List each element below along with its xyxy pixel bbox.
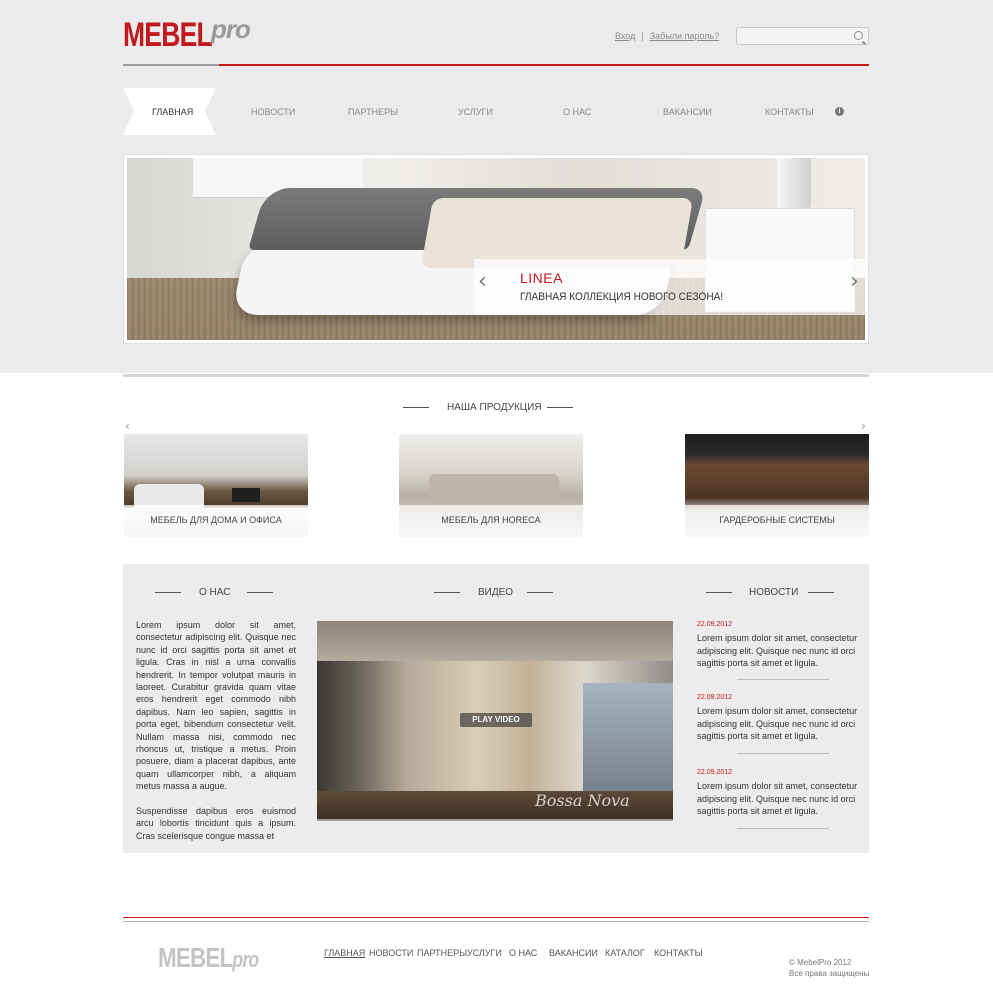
nav-item-about[interactable]: О НАС xyxy=(563,107,591,117)
logo[interactable]: MEBEL pro xyxy=(123,16,251,54)
product-wardrobes[interactable]: ГАРДЕРОБНЫЕ СИСТЕМЫ xyxy=(685,434,869,537)
news-date: 22.09.2012 xyxy=(697,694,733,701)
slide-caption: ‹ LINEA ГЛАВНАЯ КОЛЛЕКЦИЯ НОВОГО СЕЗОНА!… xyxy=(474,259,865,315)
footer-nav-catalog[interactable]: КАТАЛОГ xyxy=(605,948,645,958)
footer-nav-vacancies[interactable]: ВАКАНСИИ xyxy=(549,948,598,958)
footer-nav-contacts[interactable]: КОНТАКТЫ xyxy=(654,948,703,958)
about-paragraph: Lorem ipsum dolor sit amet, consectetur … xyxy=(136,620,296,792)
nav-item-vacancies[interactable]: ВАКАНСИИ xyxy=(663,107,712,117)
nav-item-contacts[interactable]: КОНТАКТЫ xyxy=(765,107,814,117)
footer-nav-services[interactable]: УСЛУГИ xyxy=(467,948,502,958)
logo-main-text: MEBEL xyxy=(123,16,213,54)
about-title: О НАС xyxy=(199,587,231,598)
video-title: ВИДЕО xyxy=(478,587,514,598)
search-icon[interactable] xyxy=(854,31,863,40)
products-next-icon[interactable]: › xyxy=(861,419,866,433)
rights-line: Все права защищены xyxy=(789,969,870,978)
product-label: ГАРДЕРОБНЫЕ СИСТЕМЫ xyxy=(685,505,869,537)
about-paragraph: Suspendisse dapibus eros euismod arcu lo… xyxy=(136,805,296,841)
forgot-password-link[interactable]: Забыли пароль? xyxy=(650,31,719,41)
copyright-line: © MebelPro 2012 xyxy=(789,958,852,967)
news-text[interactable]: Lorem ipsum dolor sit amet, consectetur … xyxy=(697,632,859,670)
slider-prev-icon[interactable]: ‹ xyxy=(478,269,487,294)
video-watermark: Bossa Nova xyxy=(535,791,630,810)
login-separator: | xyxy=(641,31,644,41)
nav-item-services[interactable]: УСЛУГИ xyxy=(458,107,493,117)
footer-logo[interactable]: MEBELpro xyxy=(158,942,259,974)
search-input[interactable] xyxy=(737,30,847,46)
news-item[interactable]: 22.09.2012 Lorem ipsum dolor sit amet, c… xyxy=(697,621,859,670)
nav-item-partners[interactable]: ПАРТНЕРЫ xyxy=(348,107,398,117)
footer-logo-main: MEBEL xyxy=(158,942,233,973)
product-horeca[interactable]: МЕБЕЛЬ ДЛЯ HORECA xyxy=(399,434,583,537)
product-label: МЕБЕЛЬ ДЛЯ ДОМА И ОФИСА xyxy=(124,505,308,537)
slide-subtitle: ГЛАВНАЯ КОЛЛЕКЦИЯ НОВОГО СЕЗОНА! xyxy=(520,291,724,303)
footer-logo-suffix: pro xyxy=(232,947,259,972)
info-icon[interactable]: i xyxy=(835,107,844,116)
about-text: Lorem ipsum dolor sit amet, consectetur … xyxy=(136,619,296,854)
logo-suffix-text: pro xyxy=(211,14,251,44)
news-item[interactable]: 22.09.2012 Lorem ipsum dolor sit amet, c… xyxy=(697,769,859,818)
nav-item-news[interactable]: НОВОСТИ xyxy=(251,107,295,117)
footer-nav-news[interactable]: НОВОСТИ xyxy=(369,948,413,958)
news-date: 22.09.2012 xyxy=(697,769,733,776)
nav-item-home[interactable]: ГЛАВНАЯ xyxy=(152,107,193,117)
product-home-office[interactable]: МЕБЕЛЬ ДЛЯ ДОМА И ОФИСА xyxy=(124,434,308,537)
products-prev-icon[interactable]: ‹ xyxy=(125,419,130,433)
slider-next-icon[interactable]: › xyxy=(850,269,859,294)
login-links: Вход | Забыли пароль? xyxy=(615,31,719,41)
footer-nav-partners[interactable]: ПАРТНЕРЫ xyxy=(417,948,467,958)
play-video-button[interactable]: PLAY VIDEO xyxy=(460,713,532,727)
search-box xyxy=(736,27,869,46)
hero-slide-image: ‹ LINEA ГЛАВНАЯ КОЛЛЕКЦИЯ НОВОГО СЕЗОНА!… xyxy=(127,158,865,340)
footer-nav-home[interactable]: ГЛАВНАЯ xyxy=(324,948,365,958)
copyright: © MebelPro 2012 Все права защищены xyxy=(789,957,869,979)
login-link[interactable]: Вход xyxy=(615,31,635,41)
footer-divider-red xyxy=(123,917,869,918)
footer-nav-about[interactable]: О НАС xyxy=(509,948,537,958)
slider-bottom-line xyxy=(123,374,869,377)
news-text[interactable]: Lorem ipsum dolor sit amet, consectetur … xyxy=(697,705,859,743)
header-divider-gray xyxy=(123,64,219,66)
slide-title: LINEA xyxy=(520,270,563,286)
video-player[interactable]: PLAY VIDEO Bossa Nova xyxy=(317,621,673,821)
news-title: НОВОСТИ xyxy=(749,587,799,598)
hero-slider: ‹ LINEA ГЛАВНАЯ КОЛЛЕКЦИЯ НОВОГО СЕЗОНА!… xyxy=(123,154,869,344)
products-title: НАША ПРОДУКЦИЯ xyxy=(447,402,542,413)
news-item[interactable]: 22.09.2012 Lorem ipsum dolor sit amet, c… xyxy=(697,694,859,743)
news-text[interactable]: Lorem ipsum dolor sit amet, consectetur … xyxy=(697,780,859,818)
news-date: 22.09.2012 xyxy=(697,621,733,628)
header-divider-red xyxy=(219,64,869,66)
footer-divider-gray xyxy=(123,921,869,922)
product-label: МЕБЕЛЬ ДЛЯ HORECA xyxy=(399,505,583,537)
